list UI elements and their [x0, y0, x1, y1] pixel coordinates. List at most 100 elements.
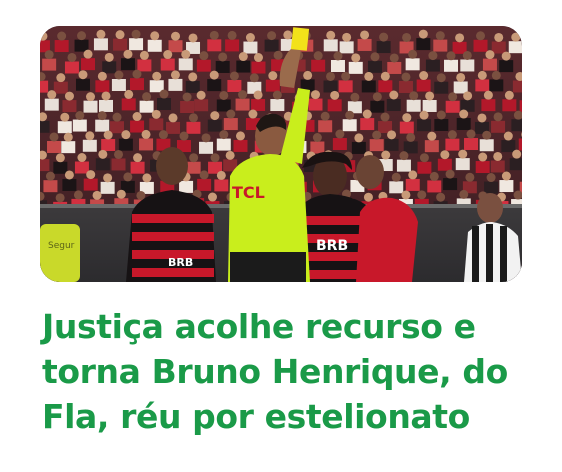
crowd-head [482, 130, 492, 140]
crowd-person [475, 79, 490, 92]
crowd-head [335, 129, 345, 139]
crowd-person [113, 38, 128, 51]
crowd-person [455, 158, 470, 171]
crowd-person [216, 138, 231, 151]
crowd-head [379, 32, 389, 42]
crowd-person [53, 161, 68, 174]
crowd-head [380, 112, 390, 122]
crowd-head [210, 153, 220, 163]
crowd-person [378, 80, 393, 93]
crowd-person [357, 38, 372, 51]
crowd-head [436, 192, 446, 202]
crowd-head [435, 31, 445, 41]
crowd-person [129, 78, 144, 91]
crowd-head [97, 111, 107, 121]
crowd-person [332, 138, 347, 151]
article-headline[interactable]: Justiça acolhe recurso e torna Bruno Hen… [42, 304, 542, 439]
crowd-person [40, 120, 50, 133]
crowd-person [318, 120, 333, 133]
crowd-head [210, 111, 220, 121]
crowd-head [425, 91, 435, 101]
crowd-person [406, 99, 421, 112]
crowd-person [511, 119, 522, 132]
crowd-person [370, 100, 385, 113]
crowd-head [436, 73, 446, 83]
crowd-person [93, 38, 108, 51]
crowd-person [62, 178, 77, 191]
crowd-person [445, 138, 460, 151]
crowd-head [409, 91, 419, 101]
left-shirt-sponsor: BRB [168, 256, 193, 269]
crowd-person [417, 119, 432, 132]
crowd-head [60, 112, 70, 122]
crowd-head [150, 31, 160, 41]
crowd-head [428, 51, 438, 61]
crowd-person [389, 181, 404, 194]
crowd-head [104, 52, 114, 62]
crowd-person [491, 41, 506, 54]
crowd-person [233, 139, 248, 152]
crowd-head [372, 92, 382, 102]
crowd-person [62, 100, 77, 113]
crowd-head [209, 70, 219, 80]
crowd-head [401, 190, 411, 200]
crowd-person [43, 180, 58, 193]
crowd-person [376, 41, 391, 54]
crowd-person [130, 161, 145, 174]
crowd-person [351, 141, 366, 154]
headline-line-1: Justiça acolhe recurso e [42, 307, 476, 346]
crowd-head [103, 130, 113, 140]
crowd-person [502, 99, 517, 112]
crowd-head [44, 50, 54, 60]
crowd-person [361, 80, 376, 93]
crowd-person [342, 119, 357, 132]
crowd-person [499, 180, 514, 193]
crowd-head [49, 132, 59, 142]
crowd-person [456, 118, 471, 131]
crowd-head [268, 71, 278, 81]
crowd-head [55, 193, 65, 203]
crowd-person [196, 59, 211, 72]
crowd-head [511, 32, 521, 42]
crowd-person [387, 61, 402, 74]
crowd-head [207, 192, 217, 202]
crowd-head [253, 53, 263, 63]
crowd-person [445, 100, 460, 113]
crowd-head [55, 153, 65, 163]
crowd-head [283, 30, 293, 40]
news-card[interactable]: Segur BRB BRB TCL Justiça acolhe recurso… [0, 0, 562, 472]
crowd-head [132, 69, 142, 79]
crowd-person [81, 58, 96, 71]
crowd-person [223, 118, 238, 131]
crowd-person [338, 80, 353, 93]
crowd-person [501, 140, 516, 153]
yellow-card [290, 27, 310, 51]
crowd-head [364, 71, 374, 81]
crowd-head [399, 151, 409, 161]
crowd-head [458, 149, 468, 159]
crowd-head [63, 132, 73, 142]
crowd-person [75, 78, 90, 91]
crowd-head [216, 170, 226, 180]
crowd-person [311, 59, 326, 72]
crowd-head [114, 149, 124, 159]
crowd-person [216, 99, 231, 112]
crowd-head [249, 73, 259, 83]
crowd-person [327, 99, 342, 112]
crowd-head [45, 171, 55, 181]
crowd-person [405, 58, 420, 71]
crowd-person [425, 59, 440, 72]
crowd-head [85, 131, 95, 141]
crowd-head [64, 91, 74, 101]
crowd-person [251, 98, 266, 111]
crowd-person [72, 119, 87, 132]
crowd-person [386, 99, 401, 112]
crowd-head [151, 109, 161, 119]
crowd-person [186, 161, 201, 174]
article-photo[interactable]: Segur BRB BRB TCL [40, 26, 522, 282]
crowd-head [429, 171, 439, 181]
crowd-head [131, 29, 141, 39]
crowd-person [270, 99, 285, 112]
crowd-head [402, 32, 412, 42]
crowd-person [186, 121, 201, 134]
